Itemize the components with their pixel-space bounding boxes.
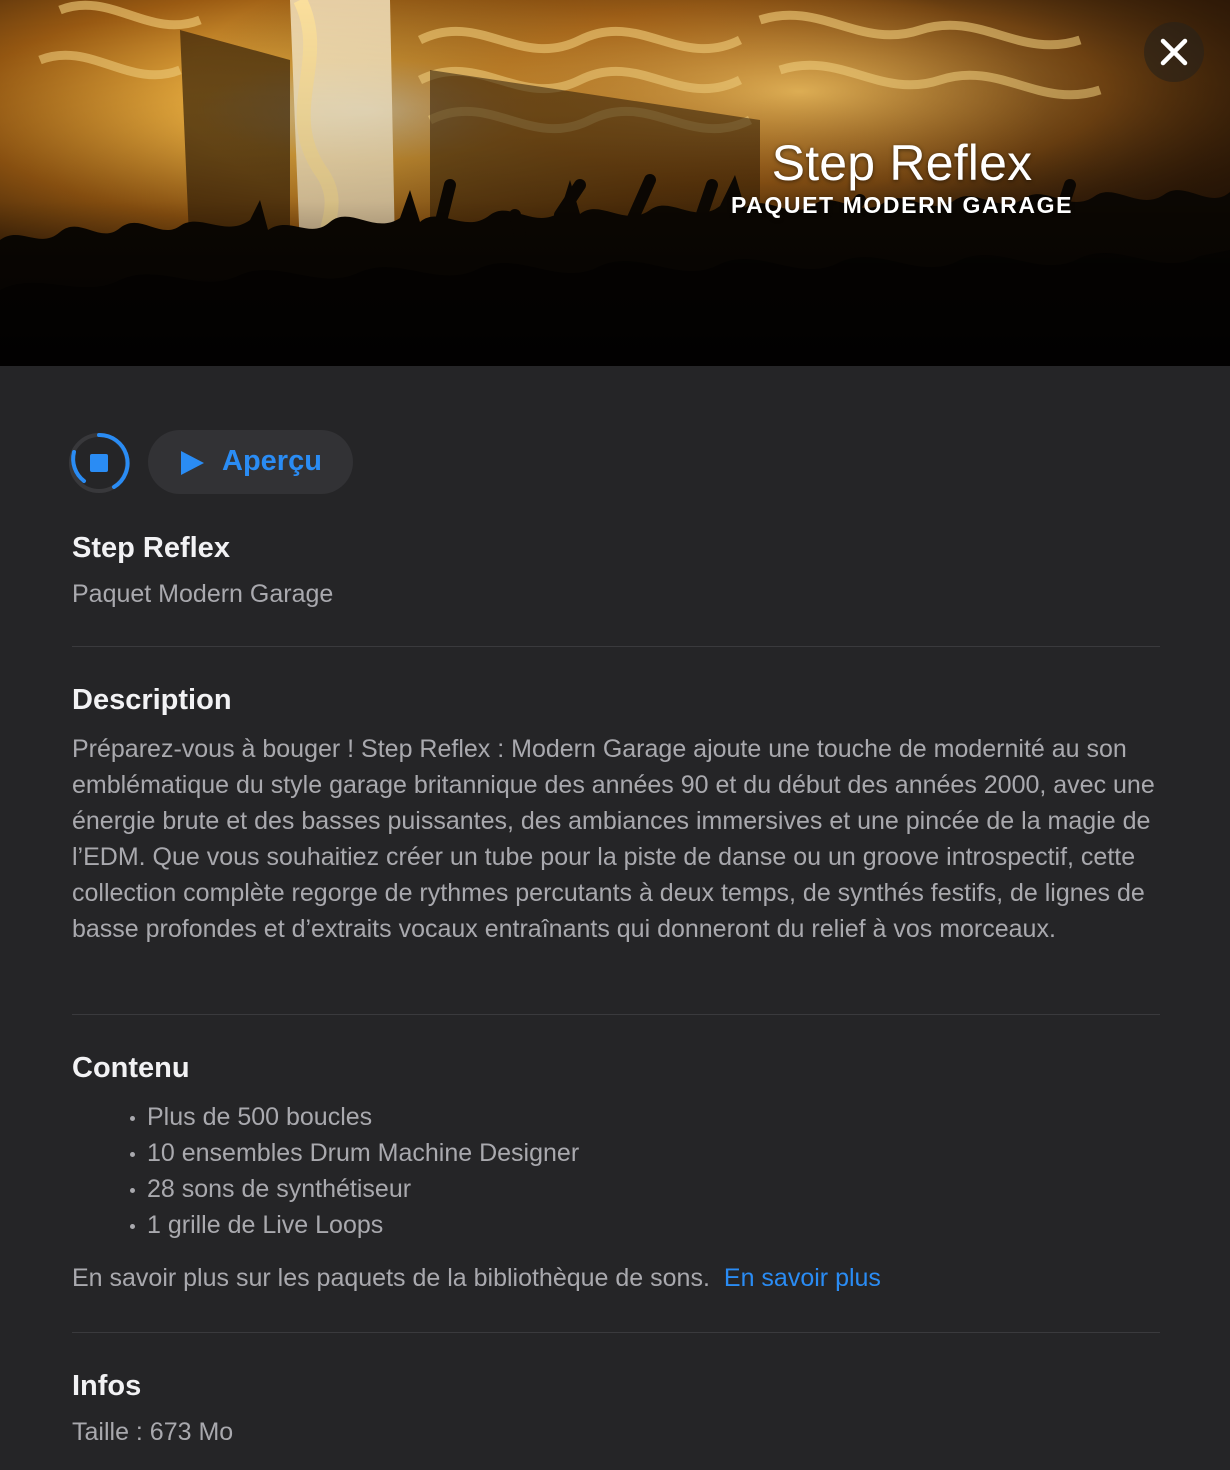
list-item: 1 grille de Live Loops (128, 1207, 579, 1243)
list-item: 10 ensembles Drum Machine Designer (128, 1135, 579, 1171)
sound-pack-detail-window: Step Reflex PAQUET MODERN GARAGE Aperçu … (0, 0, 1230, 1470)
divider (72, 646, 1160, 647)
stop-icon (69, 432, 130, 493)
size-info: Taille : 673 Mo (72, 1418, 234, 1446)
description-text: Préparez-vous à bouger ! Step Reflex : M… (72, 735, 1155, 943)
hero-banner: Step Reflex PAQUET MODERN GARAGE (0, 0, 1230, 366)
list-item: 28 sons de synthétiseur (128, 1171, 579, 1207)
close-icon (1160, 38, 1188, 66)
list-item: Plus de 500 boucles (128, 1099, 579, 1135)
learn-more-text: En savoir plus sur les paquets de la bib… (72, 1264, 710, 1292)
contents-heading: Contenu (72, 1052, 190, 1084)
info-heading: Infos (72, 1370, 142, 1402)
close-button[interactable] (1144, 22, 1204, 82)
pack-subtitle: Paquet Modern Garage (72, 580, 334, 608)
learn-more-link[interactable]: En savoir plus (724, 1264, 881, 1292)
contents-list: Plus de 500 boucles 10 ensembles Drum Ma… (128, 1099, 579, 1243)
hero-subtitle: PAQUET MODERN GARAGE (730, 192, 1074, 218)
pack-title: Step Reflex (72, 532, 230, 564)
stop-button[interactable] (68, 432, 130, 494)
hero-title: Step Reflex (771, 135, 1033, 191)
description-heading: Description (72, 684, 232, 716)
preview-button[interactable]: Aperçu (148, 430, 353, 494)
preview-label: Aperçu (222, 445, 322, 477)
play-icon (181, 451, 204, 475)
divider (72, 1332, 1160, 1333)
learn-more-row: En savoir plus sur les paquets de la bib… (72, 1264, 881, 1293)
preview-controls: Aperçu (68, 430, 368, 496)
divider (72, 1014, 1160, 1015)
